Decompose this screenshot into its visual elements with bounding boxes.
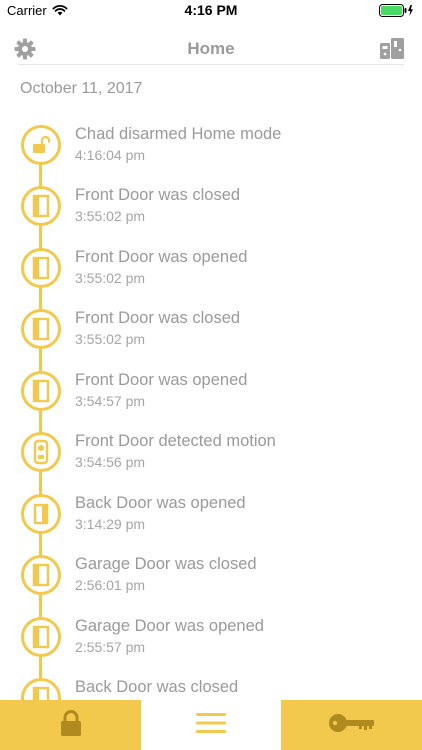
event-title: Front Door was opened xyxy=(75,371,248,389)
event-time: 2:56:01 pm xyxy=(75,577,146,593)
lock-icon xyxy=(58,709,84,742)
event-time: 3:55:02 pm xyxy=(75,270,146,286)
menu-icon xyxy=(196,712,226,739)
key-icon xyxy=(328,712,376,739)
event-title: Front Door detected motion xyxy=(75,432,276,450)
event-title: Garage Door was opened xyxy=(75,617,264,635)
event-title: Back Door was closed xyxy=(75,678,239,696)
door-icon xyxy=(21,371,61,411)
event-item[interactable]: Front Door was opened 3:55:02 pm xyxy=(0,248,422,309)
tab-menu[interactable] xyxy=(141,700,281,750)
unlock-icon xyxy=(21,125,61,165)
event-title: Back Door was opened xyxy=(75,494,246,512)
event-time: 2:55:57 pm xyxy=(75,639,146,655)
tab-lock[interactable] xyxy=(0,700,141,750)
door-icon xyxy=(21,494,61,534)
event-title: Front Door was opened xyxy=(75,248,248,266)
door-icon xyxy=(21,309,61,349)
door-icon xyxy=(21,617,61,657)
doorbell-camera-icon xyxy=(21,432,61,472)
event-title: Front Door was closed xyxy=(75,186,241,204)
event-time: 4:16:04 pm xyxy=(75,147,146,163)
tab-key[interactable] xyxy=(281,700,422,750)
event-title: Front Door was closed xyxy=(75,309,241,327)
door-icon xyxy=(21,248,61,288)
event-time: 3:55:02 pm xyxy=(75,208,146,224)
event-time: 3:14:29 pm xyxy=(75,516,146,532)
door-icon xyxy=(21,555,61,595)
event-item[interactable]: Garage Door was closed 2:56:01 pm xyxy=(0,555,422,616)
event-title: Chad disarmed Home mode xyxy=(75,125,282,143)
event-item[interactable]: Front Door was closed 3:55:02 pm xyxy=(0,186,422,247)
event-item[interactable]: Front Door was closed 3:55:02 pm xyxy=(0,309,422,370)
event-timeline: Chad disarmed Home mode 4:16:04 pm Front… xyxy=(0,0,422,750)
event-title: Garage Door was closed xyxy=(75,555,257,573)
event-item[interactable]: Chad disarmed Home mode 4:16:04 pm xyxy=(0,125,422,186)
event-time: 3:55:02 pm xyxy=(75,331,146,347)
event-time: 3:54:56 pm xyxy=(75,454,146,470)
tab-bar xyxy=(0,700,422,750)
event-item[interactable]: Front Door detected motion 3:54:56 pm xyxy=(0,432,422,493)
event-item[interactable]: Back Door was opened 3:14:29 pm xyxy=(0,494,422,555)
event-item[interactable]: Garage Door was opened 2:55:57 pm xyxy=(0,617,422,678)
door-icon xyxy=(21,186,61,226)
event-time: 3:54:57 pm xyxy=(75,393,146,409)
event-item[interactable]: Front Door was opened 3:54:57 pm xyxy=(0,371,422,432)
